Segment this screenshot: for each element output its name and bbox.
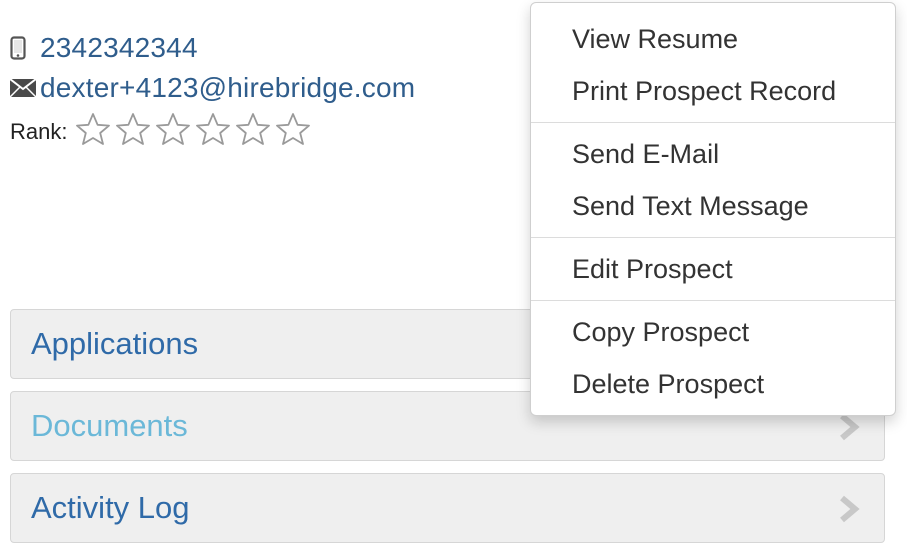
documents-panel-label: Documents [31, 408, 188, 443]
phone-link[interactable]: 2342342344 [40, 32, 198, 64]
menu-item-print-prospect-record[interactable]: Print Prospect Record [531, 65, 895, 117]
mobile-phone-icon [10, 36, 40, 60]
contact-info: 2342342344 dexter+4123@hirebridge.com Ra… [10, 28, 415, 154]
chevron-right-icon [836, 494, 862, 524]
email-row: dexter+4123@hirebridge.com [10, 68, 415, 108]
activity-log-panel[interactable]: Activity Log [10, 473, 885, 543]
star-outline-icon[interactable] [115, 112, 151, 146]
menu-item-send-text-message[interactable]: Send Text Message [531, 180, 895, 232]
applications-panel-label: Applications [31, 326, 199, 361]
activity-log-panel-label: Activity Log [31, 490, 190, 525]
menu-item-edit-prospect[interactable]: Edit Prospect [531, 243, 895, 295]
actions-dropdown-menu: View Resume Print Prospect Record Send E… [530, 2, 896, 416]
phone-row: 2342342344 [10, 28, 415, 68]
menu-item-copy-prospect[interactable]: Copy Prospect [531, 306, 895, 358]
menu-item-delete-prospect[interactable]: Delete Prospect [531, 358, 895, 410]
menu-divider [531, 237, 895, 238]
menu-divider [531, 300, 895, 301]
rank-stars [75, 112, 315, 152]
star-outline-icon[interactable] [275, 112, 311, 146]
star-outline-icon[interactable] [155, 112, 191, 146]
star-outline-icon[interactable] [195, 112, 231, 146]
menu-item-view-resume[interactable]: View Resume [531, 13, 895, 65]
rank-label: Rank: [10, 119, 68, 144]
menu-item-send-email[interactable]: Send E-Mail [531, 128, 895, 180]
rank-row: Rank: [10, 110, 415, 154]
chevron-right-icon [836, 412, 862, 442]
email-link[interactable]: dexter+4123@hirebridge.com [40, 72, 415, 104]
star-outline-icon[interactable] [235, 112, 271, 146]
envelope-icon [10, 79, 40, 97]
star-outline-icon[interactable] [75, 112, 111, 146]
menu-divider [531, 122, 895, 123]
